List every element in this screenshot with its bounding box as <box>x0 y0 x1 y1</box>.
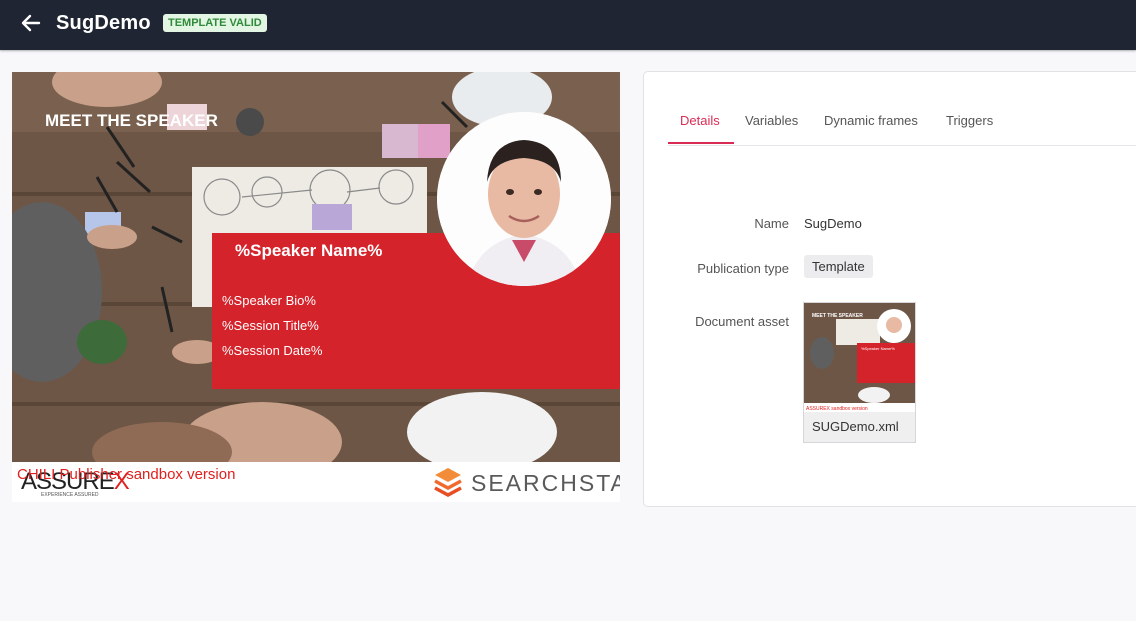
document-asset-card[interactable]: MEET THE SPEAKER %Speaker Name% ASSUREX … <box>803 302 916 443</box>
sandbox-watermark: CHILI Publisher sandbox version <box>17 466 236 483</box>
tab-variables[interactable]: Variables <box>745 113 798 128</box>
session-title-variable: %Session Title% <box>222 318 319 333</box>
active-tab-indicator <box>668 142 734 144</box>
speaker-bio-variable: %Speaker Bio% <box>222 293 316 308</box>
svg-text:ASSUREX sandbox version: ASSUREX sandbox version <box>806 406 868 412</box>
document-asset-label: Document asset <box>695 314 789 329</box>
meet-the-speaker-heading: MEET THE SPEAKER <box>45 111 218 130</box>
page-title: SugDemo <box>56 12 151 34</box>
details-panel: Details Variables Dynamic frames Trigger… <box>643 71 1136 507</box>
template-status-badge: TEMPLATE VALID <box>163 14 267 32</box>
searchstax-logo-icon <box>434 468 462 497</box>
asset-filename: SUGDemo.xml <box>812 419 899 434</box>
publication-type-label: Publication type <box>697 261 789 276</box>
speaker-name-variable: %Speaker Name% <box>235 241 383 260</box>
tab-details[interactable]: Details <box>680 113 720 128</box>
back-arrow-icon[interactable] <box>20 12 42 34</box>
speaker-photo <box>437 112 611 286</box>
top-bar: SugDemo TEMPLATE VALID <box>0 0 1136 50</box>
searchstax-wordmark: SEARCHSTAX <box>471 470 620 496</box>
asset-thumbnail: MEET THE SPEAKER %Speaker Name% ASSUREX … <box>804 303 915 412</box>
name-label: Name <box>754 216 789 231</box>
assurex-tagline: EXPERIENCE ASSURED <box>41 492 99 498</box>
tab-triggers[interactable]: Triggers <box>946 113 993 128</box>
session-date-variable: %Session Date% <box>222 343 323 358</box>
name-value: SugDemo <box>804 216 862 231</box>
tab-dynamic-frames[interactable]: Dynamic frames <box>824 113 918 128</box>
svg-text:%Speaker Name%: %Speaker Name% <box>861 346 895 351</box>
document-preview: MEET THE SPEAKER %Speaker Name% %Speaker… <box>12 72 620 502</box>
svg-text:MEET THE SPEAKER: MEET THE SPEAKER <box>812 313 863 319</box>
publication-type-tag: Template <box>804 255 873 278</box>
tab-bar: Details Variables Dynamic frames Trigger… <box>668 100 1136 146</box>
